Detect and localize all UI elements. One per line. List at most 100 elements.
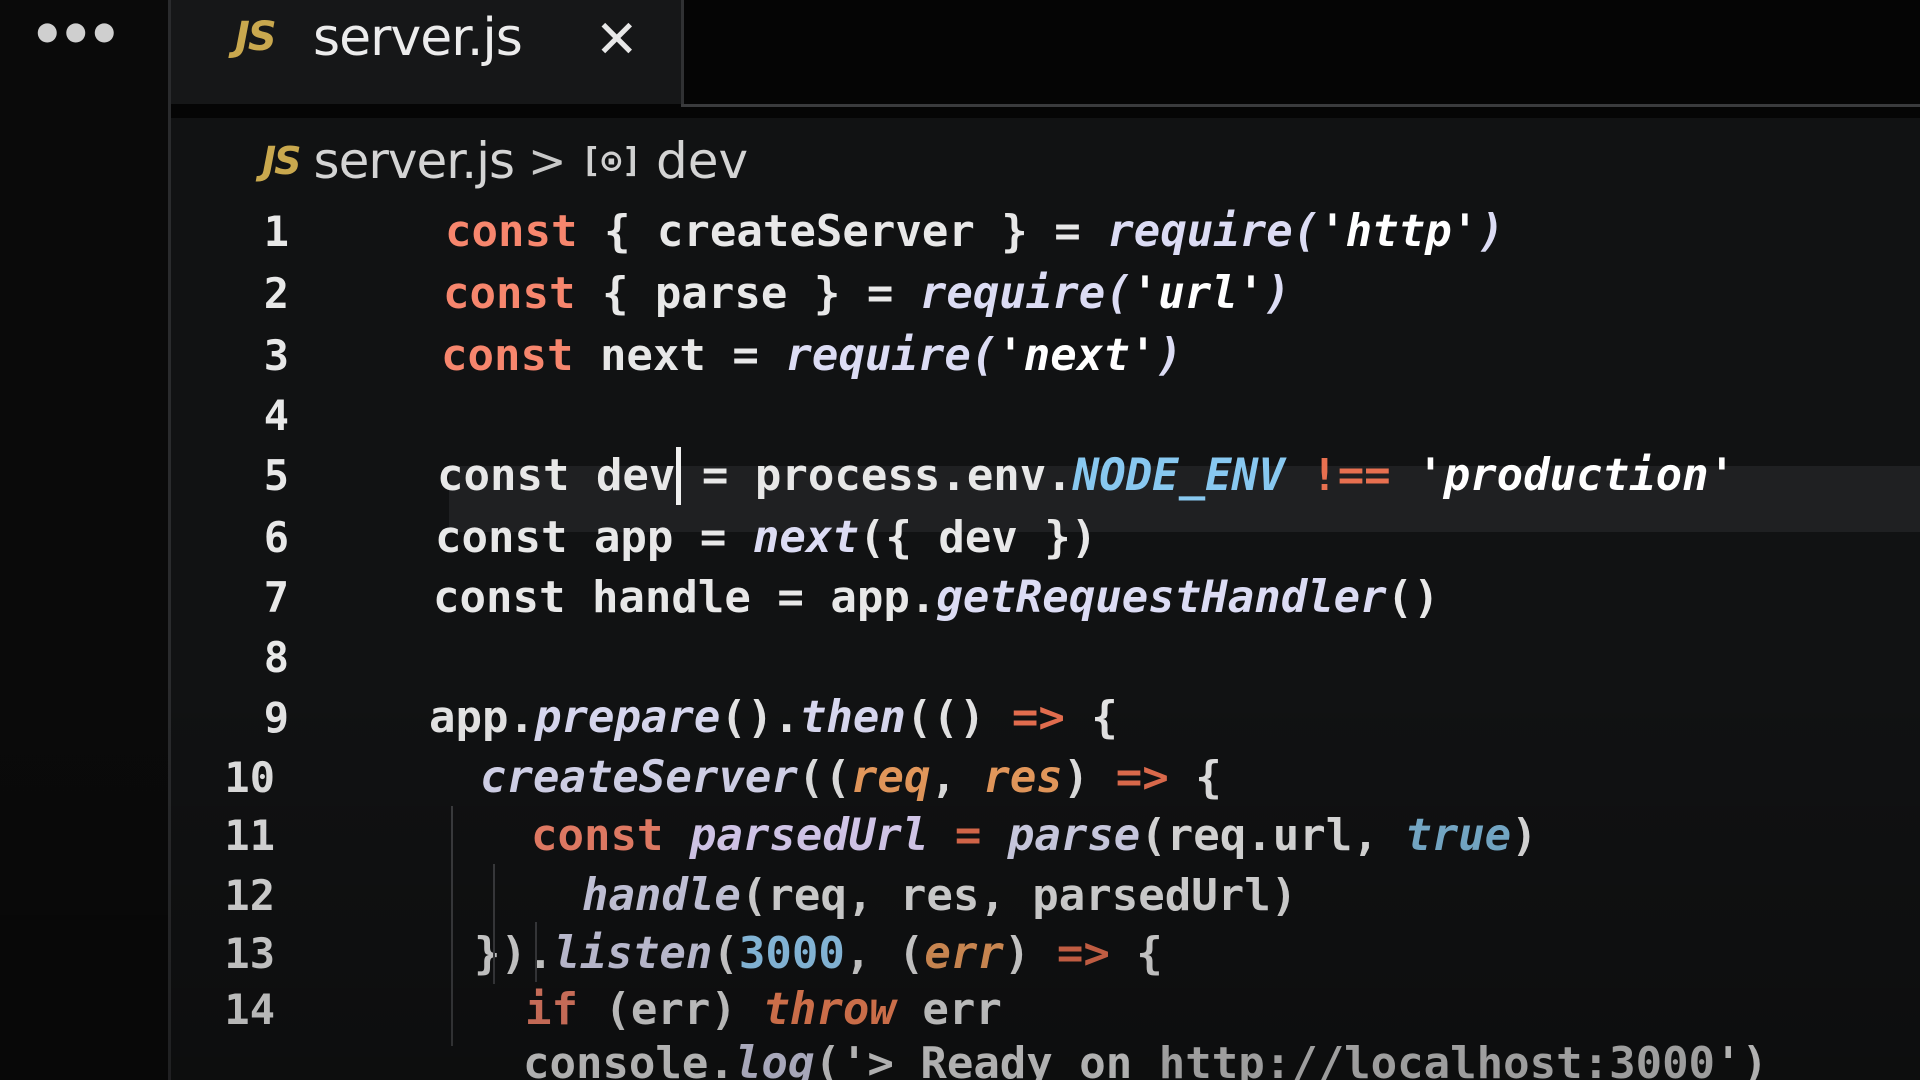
indent-guide [451, 806, 453, 1046]
code-token: createServer [479, 752, 798, 803]
code-token: => [1056, 928, 1110, 979]
code-token: ('> Ready on [814, 1038, 1159, 1080]
code-line[interactable]: 11 const parsedUrl = parse(req.url, true… [171, 804, 1920, 868]
line-number: 12 [224, 871, 275, 920]
code-line[interactable]: 6 const app = next({ dev }) [171, 506, 1920, 570]
tab-strip-border [681, 104, 1920, 107]
code-line[interactable]: 8 [171, 626, 1920, 690]
code-token: next [752, 512, 859, 563]
code-token: () [1386, 572, 1440, 623]
tab-strip: JS server.js ✕ [171, 0, 1920, 118]
code-token: const [443, 268, 576, 319]
code-token: parsedUrl [689, 810, 929, 861]
code-token: => [1011, 692, 1065, 743]
code-token: then [799, 692, 906, 743]
code-token: (req, res, parsedUrl) [740, 870, 1298, 921]
code-token: true [1405, 810, 1512, 861]
code-token: (req.url, [1140, 810, 1406, 861]
code-text: const { parse } = require('url') [443, 262, 1291, 326]
code-token: const app = [435, 512, 753, 563]
code-token: err [895, 984, 1002, 1035]
code-token: require( [919, 268, 1132, 319]
code-text: app.prepare().then(() => { [429, 686, 1118, 750]
breadcrumb-file[interactable]: server.js [314, 132, 516, 190]
code-line[interactable]: 4 [171, 384, 1920, 448]
code-token: ( [712, 928, 739, 979]
close-icon[interactable]: ✕ [595, 10, 639, 70]
line-number: 2 [263, 269, 289, 318]
code-editor[interactable]: 1 const { createServer } = require('http'… [171, 200, 1920, 1080]
code-token: !== [1311, 450, 1391, 501]
breadcrumb: JS server.js > [⊙] dev [262, 126, 748, 196]
code-token: ) [1264, 268, 1291, 319]
javascript-file-icon: JS [262, 139, 301, 183]
line-number: 10 [224, 753, 275, 802]
code-token: res [983, 752, 1063, 803]
code-line[interactable]: 7 const handle = app.getRequestHandler() [171, 566, 1920, 630]
chevron-right-icon: > [528, 134, 567, 188]
code-text: createServer((req, res) => { [427, 746, 1222, 810]
code-token: 3000 [738, 928, 845, 979]
indent-guide [535, 922, 537, 982]
line-number: 4 [263, 391, 289, 440]
code-text: handle(req, res, parsedUrl) [423, 864, 1297, 928]
code-token: ({ dev }) [858, 512, 1098, 563]
code-line[interactable]: 5 const dev = process.env.NODE_ENV !== 'p… [171, 444, 1920, 508]
code-line[interactable]: 12 handle(req, res, parsedUrl) [171, 864, 1920, 928]
code-line[interactable]: 3 const next = require('next') [171, 324, 1920, 388]
tab-server-js[interactable]: JS server.js ✕ [171, 0, 684, 104]
code-text: const parsedUrl = parse(req.url, true) [425, 804, 1538, 868]
code-token: (err) [577, 984, 764, 1035]
code-token: throw [763, 984, 896, 1035]
code-text: const { createServer } = require('http') [445, 200, 1505, 264]
line-number: 6 [263, 513, 289, 562]
code-token: (() [905, 692, 1012, 743]
code-token: getRequestHandler [936, 572, 1387, 623]
code-token: (( [797, 752, 851, 803]
code-token: const [445, 206, 578, 257]
code-token: listen [553, 928, 713, 979]
code-token: const handle = app. [433, 572, 937, 623]
code-line[interactable]: console.log('> Ready on http://localhost… [171, 1032, 1920, 1080]
code-token: http://localhost:3000 [1158, 1038, 1716, 1080]
code-text: const next = require('next') [441, 324, 1183, 388]
breadcrumb-symbol[interactable]: dev [656, 132, 748, 190]
code-token: { createServer } = [577, 206, 1108, 257]
line-number: 8 [263, 633, 289, 682]
code-token: (). [720, 692, 800, 743]
code-token: parse [1007, 810, 1141, 861]
code-token: if [524, 984, 578, 1035]
code-line[interactable]: 1 const { createServer } = require('http'… [171, 200, 1920, 264]
code-line[interactable]: 2 const { parse } = require('url') [171, 262, 1920, 326]
code-token: = [954, 810, 982, 861]
code-token: { parse } = [575, 268, 920, 319]
tab-label: server.js [313, 8, 523, 68]
code-line[interactable]: 13 }).listen(3000, (err) => { [171, 922, 1920, 986]
code-token: handle [581, 870, 741, 921]
code-token: 'http' [1319, 206, 1479, 257]
code-token: , ( [844, 928, 925, 979]
line-number: 7 [263, 573, 289, 622]
code-token: 'production' [1417, 450, 1736, 501]
code-token: req [850, 752, 931, 803]
code-line[interactable]: 9 app.prepare().then(() => { [171, 686, 1920, 750]
code-token: require( [785, 330, 998, 381]
code-token: 'next' [997, 330, 1157, 381]
text-cursor [676, 447, 682, 505]
code-line[interactable]: 10 createServer((req, res) => { [171, 746, 1920, 810]
line-number: 5 [263, 451, 289, 500]
editor-window: ••• JS server.js ✕ JS server.js > [⊙] de… [0, 0, 1920, 1080]
code-text: }).listen(3000, (err) => { [421, 922, 1163, 986]
code-token: prepare [534, 692, 721, 743]
more-actions-icon[interactable]: ••• [30, 8, 122, 62]
code-token: { [1064, 692, 1118, 743]
code-text: console.log('> Ready on http://localhost… [417, 1032, 1768, 1080]
code-text: const dev = process.env.NODE_ENV !== 'pr… [437, 444, 1735, 508]
code-token: ) [1003, 928, 1057, 979]
javascript-file-icon: JS [235, 14, 277, 60]
code-token: const [441, 330, 574, 381]
